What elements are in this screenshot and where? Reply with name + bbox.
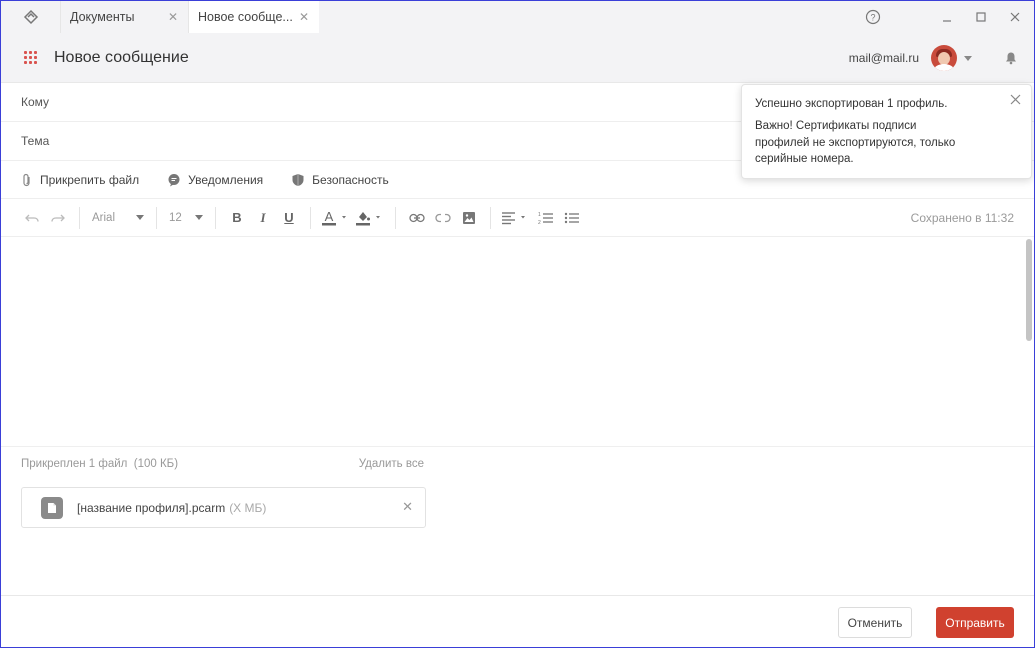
bold-icon[interactable]: B <box>224 205 250 231</box>
font-size-value: 12 <box>169 211 182 224</box>
app-window: Документы ✕ Новое сообще... ✕ ? Новое со… <box>0 0 1035 648</box>
formatting-toolbar: Arial 12 B I U A 1 2 Сохранено в 11:32 <box>1 199 1034 237</box>
unlink-icon[interactable] <box>430 205 456 231</box>
attachments-section: Прикреплен 1 файл (100 КБ) Удалить все [… <box>1 446 1034 596</box>
maximize-button[interactable] <box>964 1 998 33</box>
notification-body: Важно! Сертификаты подписи профилей не э… <box>755 120 956 165</box>
cancel-button[interactable]: Отменить <box>838 607 912 638</box>
attachments-summary: Прикреплен 1 файл (100 КБ) <box>21 458 178 470</box>
to-label: Кому <box>21 95 50 109</box>
font-size-select[interactable]: 12 <box>165 205 207 231</box>
notification-title: Успешно экспортирован 1 профиль. <box>755 98 948 110</box>
close-icon[interactable]: ✕ <box>402 500 413 513</box>
tab-label: Документы <box>70 10 135 24</box>
page-title: Новое сообщение <box>54 48 189 66</box>
svg-text:1: 1 <box>538 212 541 218</box>
remove-all-button[interactable]: Удалить все <box>359 458 424 470</box>
chat-bubble-icon <box>168 173 180 186</box>
help-icon[interactable]: ? <box>856 1 890 33</box>
security-button[interactable]: Безопасность <box>291 173 389 187</box>
chevron-down-icon <box>195 215 203 220</box>
apps-grid-icon[interactable] <box>24 50 38 65</box>
account-email[interactable]: mail@mail.ru <box>849 51 919 65</box>
subject-label: Тема <box>21 134 50 148</box>
tab-strip-fill: ? <box>319 1 1034 33</box>
minimize-button[interactable] <box>930 1 964 33</box>
attach-file-button[interactable]: Прикрепить файл <box>21 173 139 187</box>
tab-label: Новое сообще... <box>198 10 293 24</box>
bell-icon[interactable] <box>1004 51 1018 65</box>
editor-scrollbar[interactable] <box>1026 239 1032 341</box>
highlight-color-icon[interactable] <box>353 205 387 231</box>
svg-text:2: 2 <box>538 220 541 225</box>
svg-text:?: ? <box>870 13 875 23</box>
page-header: Новое сообщение mail@mail.ru <box>1 33 1034 83</box>
numbered-list-icon[interactable]: 12 <box>533 205 559 231</box>
tab-new-message[interactable]: Новое сообще... ✕ <box>189 1 319 33</box>
security-label: Безопасность <box>312 172 389 187</box>
saved-status: Сохранено в 11:32 <box>910 211 1014 225</box>
link-icon[interactable] <box>404 205 430 231</box>
text-color-icon[interactable]: A <box>319 205 353 231</box>
attachments-count: Прикреплен 1 файл <box>21 458 128 470</box>
font-family-value: Arial <box>92 211 116 224</box>
app-logo-icon[interactable] <box>1 1 61 33</box>
italic-icon[interactable]: I <box>250 205 276 231</box>
chevron-down-icon[interactable] <box>964 55 972 61</box>
window-close-button[interactable] <box>998 1 1032 33</box>
paperclip-icon <box>23 173 30 186</box>
file-icon <box>41 496 63 519</box>
notifications-label: Уведомления <box>188 172 264 187</box>
title-bar: Документы ✕ Новое сообще... ✕ ? <box>1 1 1034 33</box>
underline-icon[interactable]: U <box>276 205 302 231</box>
tab-documents[interactable]: Документы ✕ <box>61 1 189 33</box>
close-icon[interactable] <box>1010 94 1021 108</box>
message-body-editor[interactable] <box>1 238 1024 446</box>
shield-icon <box>292 173 304 186</box>
send-button[interactable]: Отправить <box>936 607 1014 638</box>
close-icon[interactable]: ✕ <box>168 11 178 23</box>
attach-label: Прикрепить файл <box>40 172 140 187</box>
redo-icon[interactable] <box>45 205 71 231</box>
attachment-size: (X МБ) <box>229 500 267 515</box>
image-icon[interactable] <box>456 205 482 231</box>
attachment-card[interactable]: [название профиля].pcarm (X МБ) ✕ <box>21 487 426 528</box>
undo-icon[interactable] <box>19 205 45 231</box>
export-notification: Успешно экспортирован 1 профиль. Важно! … <box>741 84 1032 179</box>
attachment-name: [название профиля].pcarm <box>77 500 226 515</box>
bulleted-list-icon[interactable] <box>559 205 585 231</box>
chevron-down-icon <box>136 215 144 220</box>
font-family-select[interactable]: Arial <box>88 205 148 231</box>
compose-footer: Отменить Отправить <box>1 595 1034 647</box>
attachments-size: (100 КБ) <box>133 458 179 470</box>
align-left-icon[interactable] <box>499 205 533 231</box>
avatar[interactable] <box>931 45 957 71</box>
notifications-button[interactable]: Уведомления <box>167 173 263 187</box>
svg-text:A: A <box>325 209 334 224</box>
close-icon[interactable]: ✕ <box>299 11 309 23</box>
